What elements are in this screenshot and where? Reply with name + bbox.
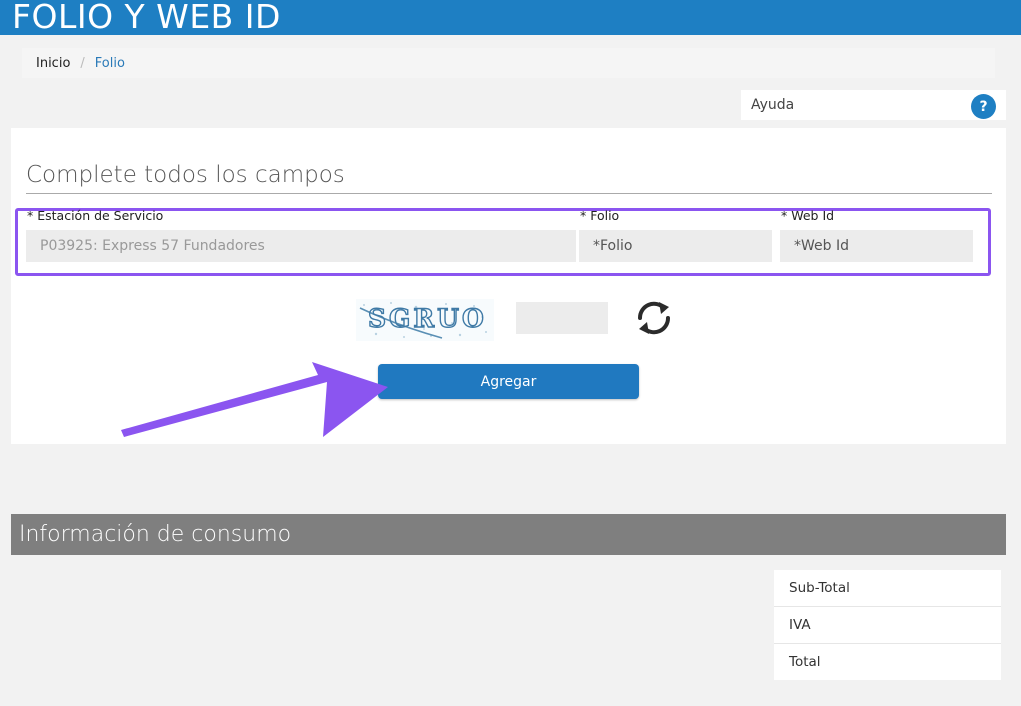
breadcrumb: Inicio / Folio	[22, 48, 995, 78]
station-label: * Estación de Servicio	[27, 208, 164, 223]
breadcrumb-separator: /	[80, 55, 85, 71]
help-label: Ayuda	[751, 97, 795, 113]
add-button[interactable]: Agregar	[378, 364, 639, 399]
total-row: Total	[789, 654, 821, 670]
captcha-image: SGRUO	[356, 299, 494, 341]
captcha-text: SGRUO	[368, 304, 487, 333]
help-icon[interactable]: ?	[971, 94, 996, 119]
webid-label: * Web Id	[781, 208, 835, 223]
form-panel: Complete todos los campos * Estación de …	[11, 128, 1006, 444]
form-title: Complete todos los campos	[26, 162, 345, 188]
page-title: FOLIO Y WEB ID	[12, 0, 281, 36]
breadcrumb-current: Folio	[94, 55, 125, 71]
folio-label: * Folio	[580, 208, 620, 223]
captcha-input[interactable]	[516, 302, 608, 334]
refresh-icon[interactable]	[634, 299, 674, 337]
folio-input[interactable]: *Folio	[579, 230, 772, 262]
breadcrumb-home-link[interactable]: Inicio	[36, 56, 70, 71]
iva-row: IVA	[774, 607, 1001, 644]
page-header: FOLIO Y WEB ID	[0, 0, 1021, 36]
consumption-section-header: Información de consumo	[11, 514, 1006, 555]
totals-table: Sub-Total IVA Total	[774, 570, 1001, 680]
webid-input[interactable]: *Web Id	[780, 230, 973, 262]
subtotal-row: Sub-Total	[774, 570, 1001, 607]
form-divider	[26, 193, 992, 194]
help-box[interactable]: Ayuda ?	[741, 90, 1006, 120]
station-select[interactable]: P03925: Express 57 Fundadores	[26, 230, 576, 262]
